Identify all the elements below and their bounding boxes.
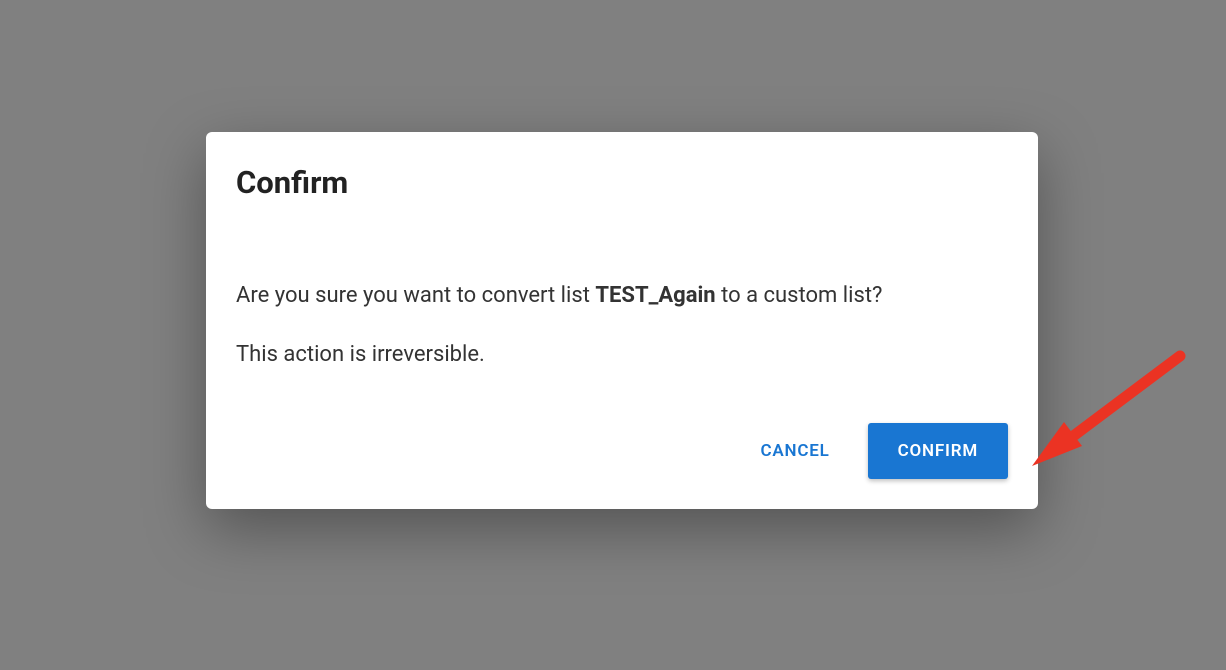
- list-name: TEST_Again: [595, 283, 715, 308]
- dialog-actions: CANCEL CONFIRM: [236, 423, 1008, 479]
- confirm-dialog: Confirm Are you sure you want to convert…: [206, 132, 1038, 509]
- annotation-arrow-icon: [1010, 336, 1210, 496]
- dialog-message: Are you sure you want to convert list TE…: [236, 279, 1008, 312]
- confirm-button[interactable]: CONFIRM: [868, 423, 1008, 479]
- cancel-button[interactable]: CANCEL: [756, 433, 833, 469]
- dialog-warning: This action is irreversible.: [236, 338, 1008, 371]
- message-suffix: to a custom list?: [716, 283, 883, 308]
- dialog-body: Are you sure you want to convert list TE…: [236, 279, 1008, 371]
- dialog-title: Confirm: [236, 164, 1008, 201]
- message-prefix: Are you sure you want to convert list: [236, 283, 595, 308]
